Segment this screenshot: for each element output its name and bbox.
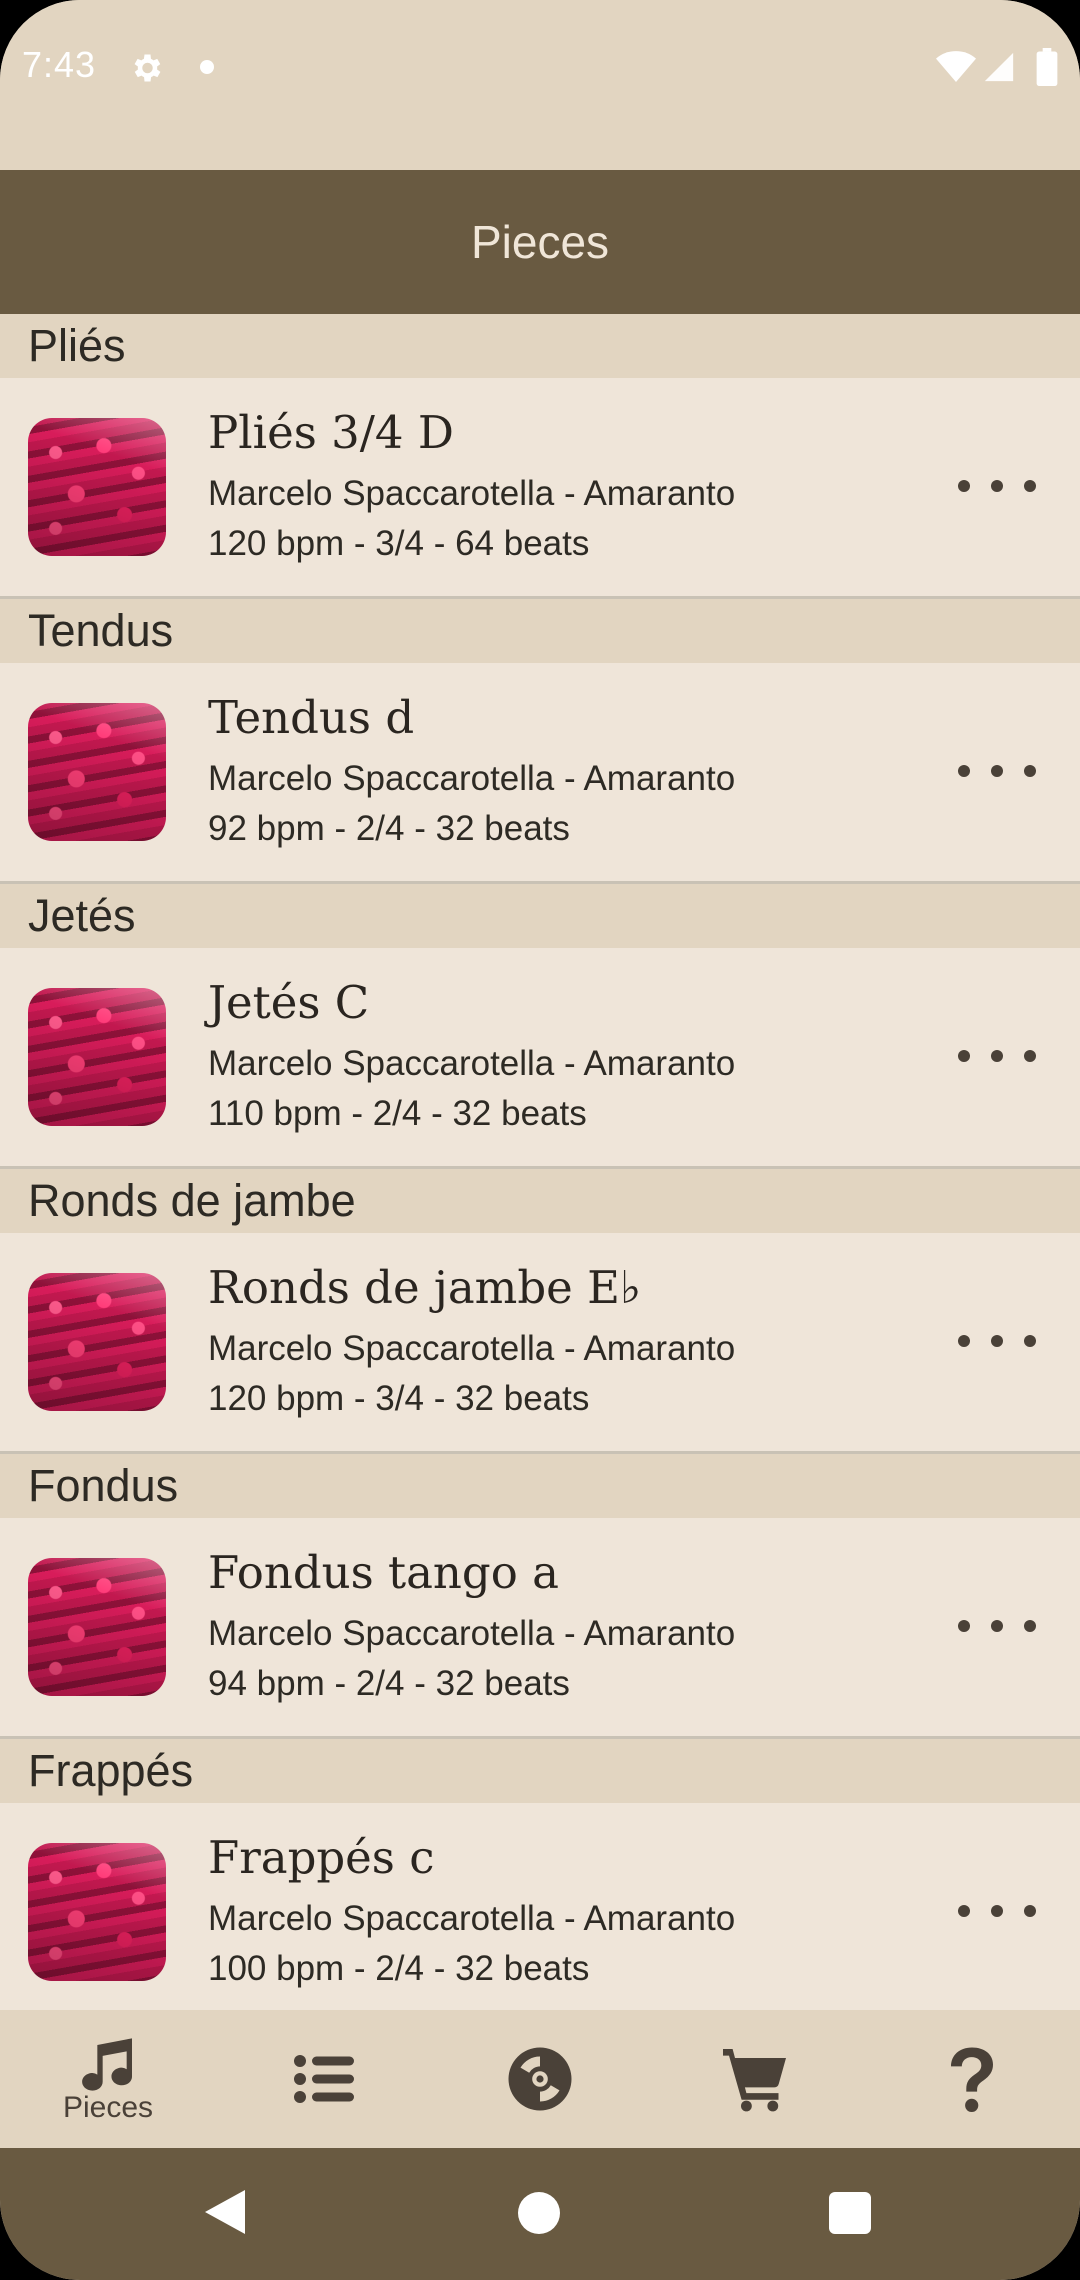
section-tendus: Tendus Tendus d Marcelo Spaccarotella - …	[0, 599, 1080, 884]
album-artwork	[28, 418, 166, 556]
nav-albums[interactable]	[432, 2010, 648, 2148]
more-options-icon[interactable]	[958, 1321, 1036, 1361]
screen: 7:43 Pieces Pliés Pliés 3/4 D Marcelo Sp…	[0, 0, 1080, 2280]
section-header: Frappés	[0, 1739, 1080, 1803]
list-item[interactable]: Ronds de jambe E♭ Marcelo Spaccarotella …	[0, 1233, 1080, 1454]
app-bar: Pieces	[0, 170, 1080, 314]
gear-icon	[134, 54, 161, 82]
piece-artist: Marcelo Spaccarotella - Amaranto	[208, 1614, 736, 1653]
bottom-navigation: Pieces	[0, 2010, 1080, 2148]
section-plies: Pliés Pliés 3/4 D Marcelo Spaccarotella …	[0, 314, 1080, 599]
list-item[interactable]: Jetés C Marcelo Spaccarotella - Amaranto…	[0, 948, 1080, 1169]
album-artwork	[28, 1558, 166, 1696]
piece-title: Tendus d	[208, 691, 415, 744]
album-artwork	[28, 703, 166, 841]
piece-meta: 110 bpm - 2/4 - 32 beats	[208, 1094, 587, 1133]
home-icon[interactable]	[518, 2192, 560, 2234]
piece-artist: Marcelo Spaccarotella - Amaranto	[208, 759, 736, 798]
piece-meta: 120 bpm - 3/4 - 64 beats	[208, 524, 590, 563]
more-options-icon[interactable]	[958, 1036, 1036, 1076]
section-header: Ronds de jambe	[0, 1169, 1080, 1233]
section-header: Tendus	[0, 599, 1080, 663]
nav-help[interactable]	[864, 2010, 1080, 2148]
list-item[interactable]: Pliés 3/4 D Marcelo Spaccarotella - Amar…	[0, 378, 1080, 599]
section-header: Jetés	[0, 884, 1080, 948]
pieces-list[interactable]: Pliés Pliés 3/4 D Marcelo Spaccarotella …	[0, 314, 1080, 2010]
list-item[interactable]: Fondus tango a Marcelo Spaccarotella - A…	[0, 1518, 1080, 1739]
help-icon	[951, 2047, 993, 2112]
section-fondus: Fondus Fondus tango a Marcelo Spaccarote…	[0, 1454, 1080, 1739]
section-frappes: Frappés Frappés c Marcelo Spaccarotella …	[0, 1739, 1080, 2010]
album-artwork	[28, 1273, 166, 1411]
piece-meta: 92 bpm - 2/4 - 32 beats	[208, 809, 570, 848]
section-jetes: Jetés Jetés C Marcelo Spaccarotella - Am…	[0, 884, 1080, 1169]
recents-icon[interactable]	[829, 2192, 871, 2234]
wifi-icon	[936, 51, 976, 82]
piece-artist: Marcelo Spaccarotella - Amaranto	[208, 1899, 736, 1938]
album-artwork	[28, 1843, 166, 1981]
more-options-icon[interactable]	[958, 751, 1036, 791]
page-title: Pieces	[470, 216, 610, 268]
more-options-icon[interactable]	[958, 1606, 1036, 1646]
signal-icon	[984, 52, 1014, 82]
system-navigation-bar	[0, 2148, 1080, 2280]
piece-artist: Marcelo Spaccarotella - Amaranto	[208, 1044, 736, 1083]
nav-store[interactable]	[648, 2010, 864, 2148]
piece-meta: 120 bpm - 3/4 - 32 beats	[208, 1379, 590, 1418]
list-icon	[294, 2055, 354, 2103]
piece-title: Fondus tango a	[208, 1546, 559, 1599]
section-ronds-de-jambe: Ronds de jambe Ronds de jambe E♭ Marcelo…	[0, 1169, 1080, 1454]
nav-pieces[interactable]: Pieces	[0, 2010, 216, 2148]
list-item[interactable]: Frappés c Marcelo Spaccarotella - Amaran…	[0, 1803, 1080, 2010]
section-header: Pliés	[0, 314, 1080, 378]
status-time: 7:43	[22, 44, 97, 85]
music-note-icon	[82, 2038, 132, 2091]
back-icon[interactable]	[205, 2190, 245, 2234]
more-options-icon[interactable]	[958, 1891, 1036, 1931]
battery-icon	[1036, 48, 1058, 86]
piece-title: Ronds de jambe E♭	[208, 1261, 642, 1314]
album-artwork	[28, 988, 166, 1126]
section-header: Fondus	[0, 1454, 1080, 1518]
piece-artist: Marcelo Spaccarotella - Amaranto	[208, 1329, 736, 1368]
piece-meta: 100 bpm - 2/4 - 32 beats	[208, 1949, 590, 1988]
nav-label: Pieces	[62, 2091, 154, 2124]
piece-title: Pliés 3/4 D	[208, 406, 454, 459]
piece-title: Jetés C	[208, 976, 370, 1029]
notification-dot-icon	[200, 60, 214, 74]
list-item[interactable]: Tendus d Marcelo Spaccarotella - Amarant…	[0, 663, 1080, 884]
status-bar: 7:43	[0, 0, 1080, 136]
nav-lists[interactable]	[216, 2010, 432, 2148]
piece-title: Frappés c	[208, 1831, 435, 1884]
more-options-icon[interactable]	[958, 466, 1036, 506]
piece-meta: 94 bpm - 2/4 - 32 beats	[208, 1664, 570, 1703]
disc-icon	[508, 2047, 572, 2111]
piece-artist: Marcelo Spaccarotella - Amaranto	[208, 474, 736, 513]
cart-icon	[723, 2049, 786, 2112]
